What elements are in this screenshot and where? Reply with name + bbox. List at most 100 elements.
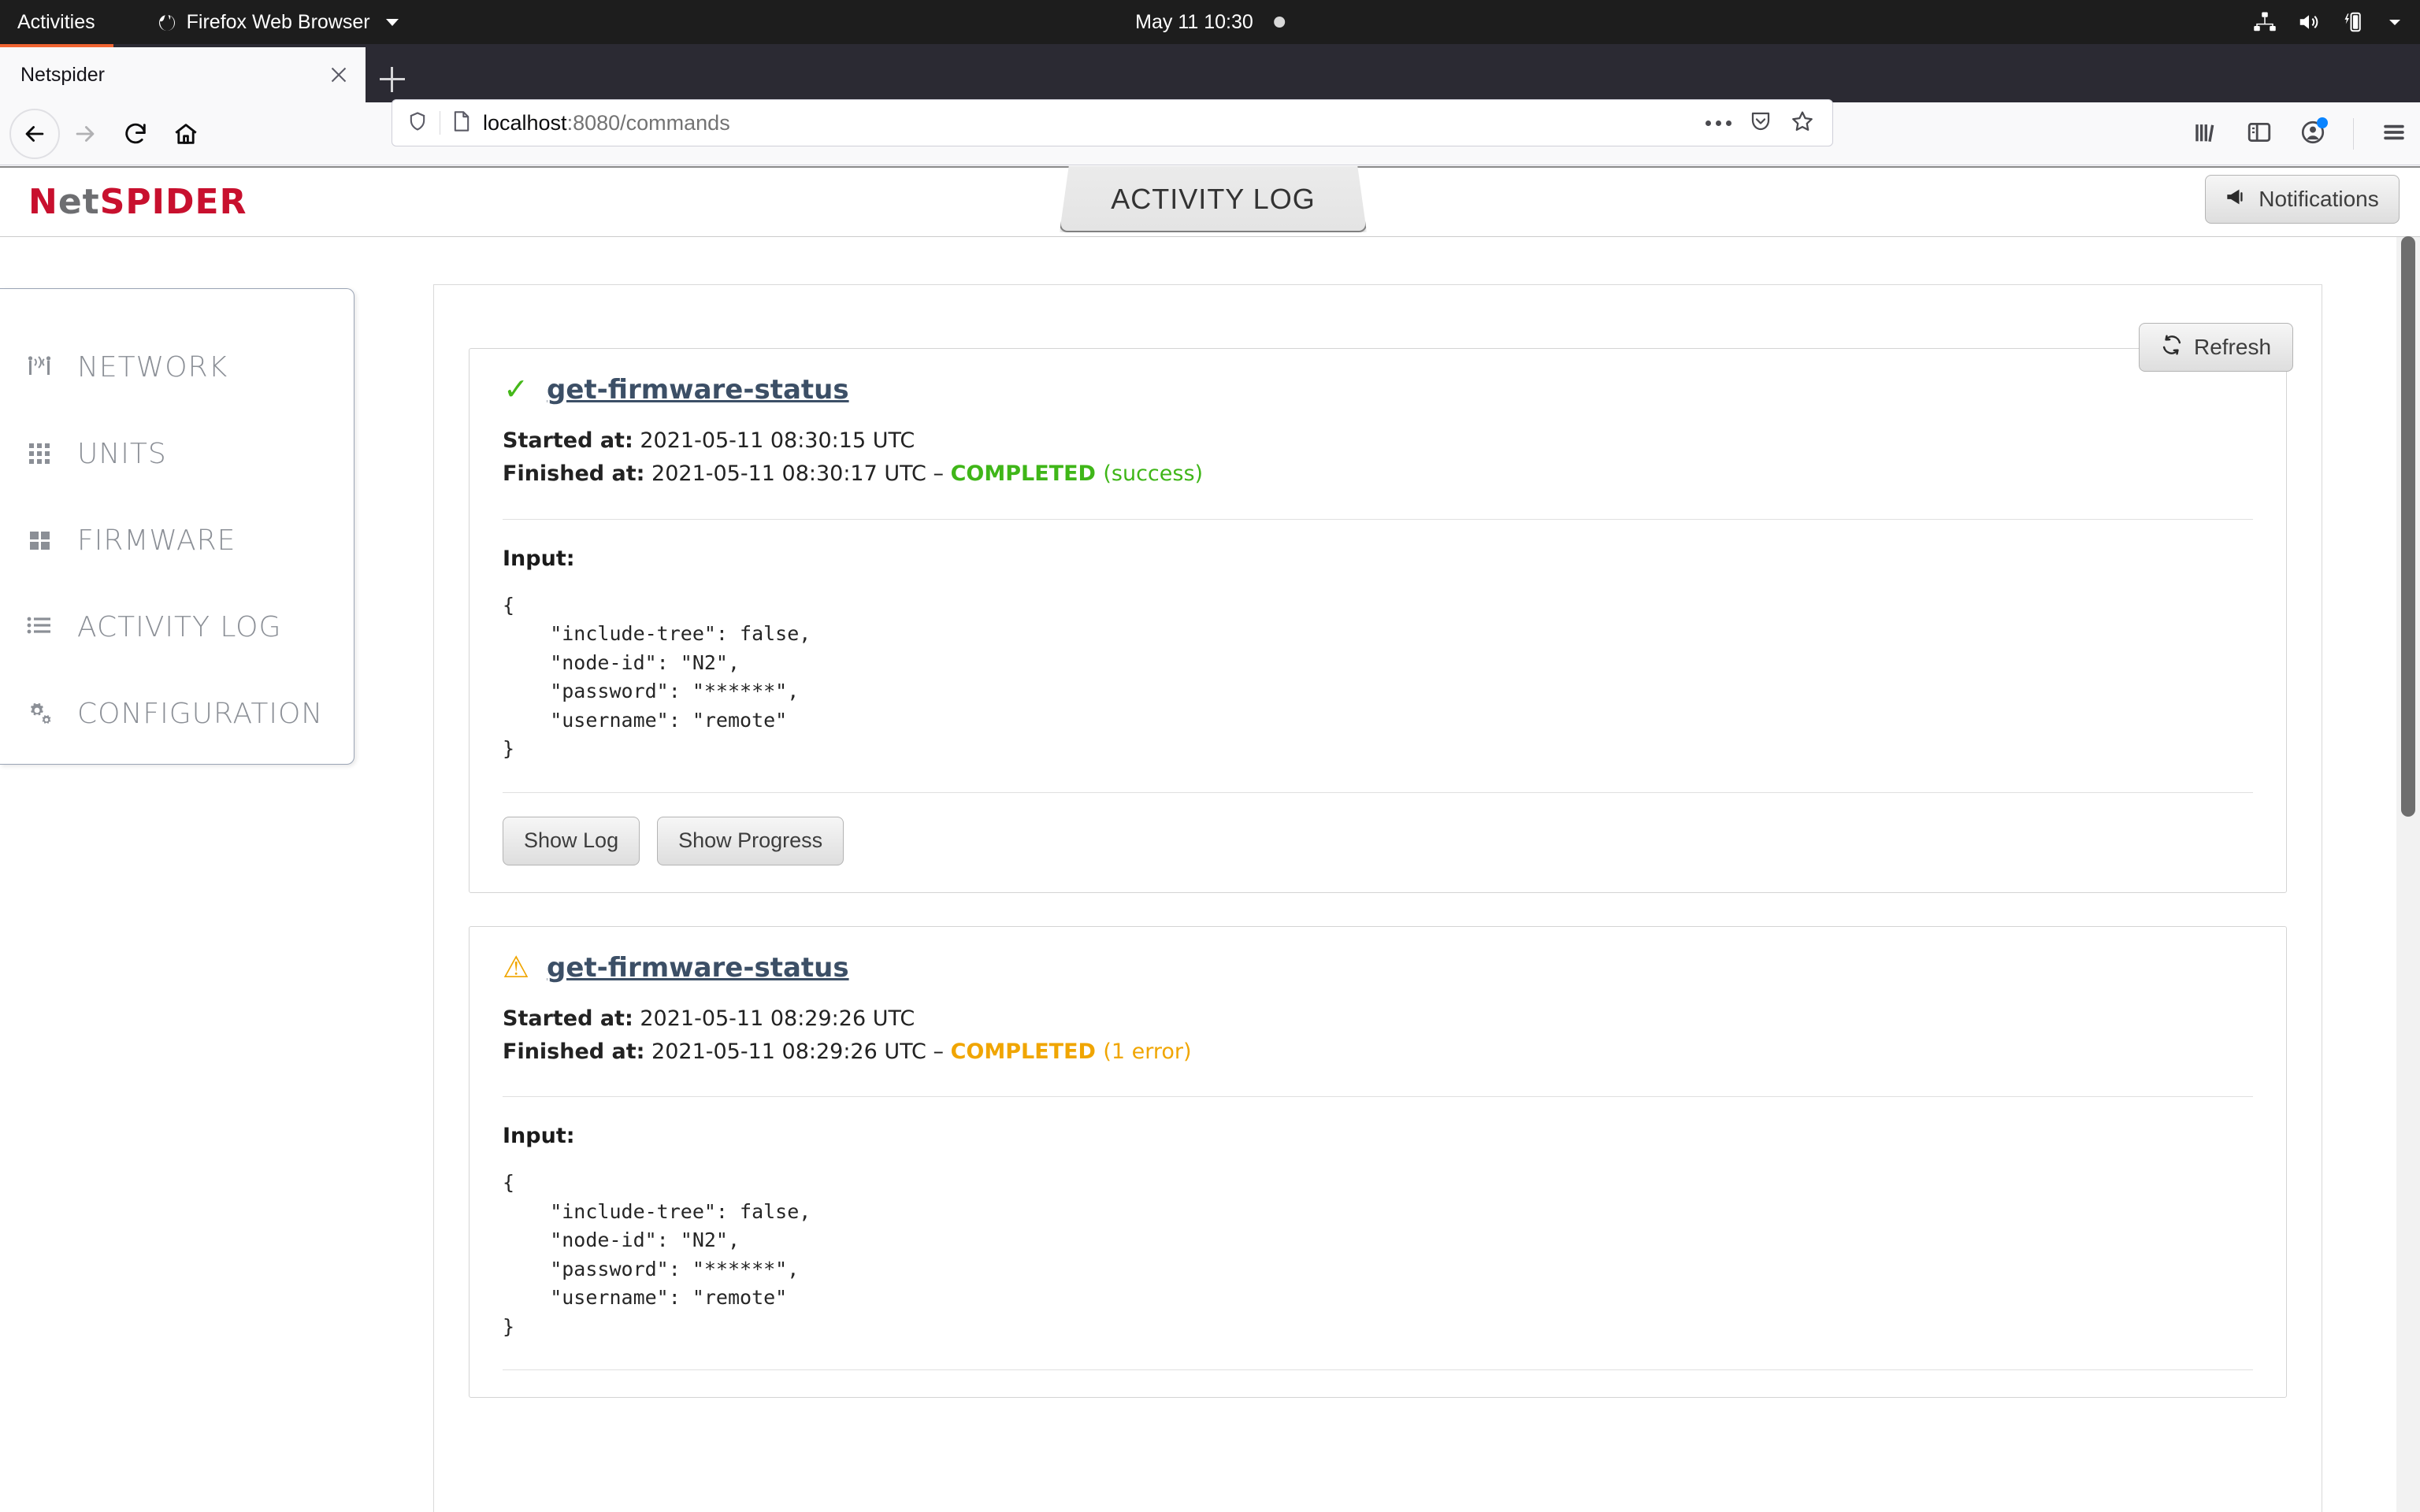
home-icon[interactable] bbox=[161, 109, 211, 159]
separator-dash: – bbox=[933, 461, 945, 486]
forward-icon[interactable] bbox=[60, 109, 110, 159]
page-actions-icon[interactable] bbox=[1706, 120, 1731, 126]
url-text: localhost:8080/commands bbox=[483, 111, 730, 135]
status-badge: COMPLETED (1 error) bbox=[951, 1040, 1192, 1064]
entry-header: ✓ get-firmware-status bbox=[503, 374, 2253, 406]
command-name-link[interactable]: get-firmware-status bbox=[547, 374, 849, 406]
status-state: COMPLETED bbox=[950, 461, 1096, 486]
logo-part-3: SPIDER bbox=[99, 182, 247, 222]
refresh-button[interactable]: Refresh bbox=[2139, 323, 2293, 372]
finished-label: Finished at: bbox=[503, 461, 645, 486]
logo-part-2: et bbox=[58, 182, 100, 222]
content-panel: Refresh ✓ get-firmware-status Started at… bbox=[433, 284, 2322, 1512]
show-progress-button[interactable]: Show Progress bbox=[657, 816, 844, 865]
status-detail: (success) bbox=[1103, 461, 1204, 486]
megaphone-icon bbox=[2225, 187, 2247, 212]
sidebar-item-units-label: UNITS bbox=[77, 437, 167, 470]
sidebar-item-activity-log[interactable]: ACTIVITY LOG bbox=[0, 584, 354, 670]
finished-label: Finished at: bbox=[503, 1039, 645, 1064]
clock-label: May 11 10:30 bbox=[1135, 10, 1253, 33]
page-body: NETWORK UNITS FIRMWARE ACTIVITY LOG CONF… bbox=[0, 237, 2420, 1512]
sidebar-item-configuration-label: CONFIGURATION bbox=[77, 697, 324, 730]
gears-icon bbox=[24, 701, 55, 726]
finished-value: 2021-05-11 08:30:17 UTC bbox=[651, 461, 926, 486]
sidebar-nav: NETWORK UNITS FIRMWARE ACTIVITY LOG CONF… bbox=[0, 288, 354, 765]
finished-row: Finished at: 2021-05-11 08:30:17 UTC – C… bbox=[503, 458, 2253, 491]
command-name-link[interactable]: get-firmware-status bbox=[547, 952, 849, 984]
page-document-icon[interactable] bbox=[451, 110, 472, 136]
back-icon[interactable] bbox=[9, 108, 60, 159]
url-host: localhost bbox=[483, 110, 567, 135]
input-label: Input: bbox=[503, 546, 575, 571]
started-label: Started at: bbox=[503, 1006, 633, 1031]
toolbar-divider bbox=[2353, 118, 2354, 150]
entry-actions: Show Log Show Progress bbox=[503, 816, 2253, 865]
url-bar-actions bbox=[1706, 109, 1815, 138]
grid-2x2-icon bbox=[24, 528, 55, 552]
entry-meta: Started at: 2021-05-11 08:30:15 UTC Fini… bbox=[503, 424, 2253, 491]
antenna-icon bbox=[24, 354, 55, 380]
library-icon[interactable] bbox=[2192, 119, 2219, 150]
sidebar-item-units[interactable]: UNITS bbox=[0, 410, 354, 497]
started-value: 2021-05-11 08:30:15 UTC bbox=[640, 428, 915, 453]
list-icon bbox=[24, 616, 55, 638]
sidebar-item-configuration[interactable]: CONFIGURATION bbox=[0, 670, 354, 757]
sidebar-item-network-label: NETWORK bbox=[77, 350, 228, 384]
logo-part-1: N bbox=[28, 182, 58, 222]
account-badge-dot bbox=[2317, 117, 2328, 128]
shield-icon[interactable] bbox=[406, 110, 429, 136]
status-state: COMPLETED bbox=[950, 1039, 1096, 1064]
reload-icon[interactable] bbox=[110, 109, 161, 159]
app-logo: NetSPIDER bbox=[28, 182, 247, 222]
status-badge: COMPLETED (success) bbox=[951, 461, 1203, 486]
entry-meta: Started at: 2021-05-11 08:29:26 UTC Fini… bbox=[503, 1002, 2253, 1069]
divider bbox=[503, 791, 2253, 793]
input-label: Input: bbox=[503, 1124, 575, 1149]
close-icon[interactable] bbox=[317, 53, 361, 97]
clock[interactable]: May 11 10:30 bbox=[1135, 11, 1285, 34]
warning-triangle-icon: ⚠ bbox=[503, 951, 530, 984]
system-tray[interactable] bbox=[2253, 10, 2404, 34]
grid-3x3-icon bbox=[24, 442, 55, 465]
activity-entry-card: ✓ get-firmware-status Started at: 2021-0… bbox=[469, 348, 2287, 893]
divider bbox=[503, 518, 2253, 520]
notifications-button[interactable]: Notifications bbox=[2205, 175, 2400, 224]
entry-header: ⚠ get-firmware-status bbox=[503, 952, 2253, 984]
show-log-button[interactable]: Show Log bbox=[503, 816, 640, 865]
browser-tab-bar: Netspider bbox=[0, 44, 2420, 102]
app-menu-icon[interactable] bbox=[2381, 119, 2407, 150]
content-toolbar bbox=[434, 285, 2322, 324]
tab-title: Netspider bbox=[20, 63, 105, 86]
account-icon[interactable] bbox=[2299, 117, 2328, 150]
finished-row: Finished at: 2021-05-11 08:29:26 UTC – C… bbox=[503, 1036, 2253, 1069]
tab-activity-log-label: ACTIVITY LOG bbox=[1111, 183, 1316, 215]
sidebar-icon[interactable] bbox=[2246, 119, 2273, 150]
sidebar-item-network[interactable]: NETWORK bbox=[0, 324, 354, 410]
sidebar-item-activity-log-label: ACTIVITY LOG bbox=[77, 610, 282, 643]
refresh-icon bbox=[2161, 334, 2183, 361]
url-bar[interactable]: localhost:8080/commands bbox=[392, 99, 1833, 146]
finished-value: 2021-05-11 08:29:26 UTC bbox=[651, 1039, 926, 1064]
app-menu-firefox[interactable]: Firefox Web Browser bbox=[157, 11, 399, 34]
sidebar-item-firmware[interactable]: FIRMWARE bbox=[0, 497, 354, 584]
os-top-bar: Activities Firefox Web Browser May 11 10… bbox=[0, 0, 2420, 44]
check-icon: ✓ bbox=[503, 373, 529, 406]
status-detail: (1 error) bbox=[1103, 1039, 1192, 1064]
bookmark-star-icon[interactable] bbox=[1790, 109, 1815, 138]
browser-toolbar-right bbox=[2192, 102, 2407, 165]
new-tab-button[interactable] bbox=[370, 57, 414, 101]
browser-tab[interactable]: Netspider bbox=[0, 47, 366, 102]
firefox-icon bbox=[157, 12, 177, 32]
pocket-icon[interactable] bbox=[1749, 109, 1772, 137]
input-json: { "include-tree": false, "node-id": "N2"… bbox=[503, 1171, 811, 1338]
app-menu-label: Firefox Web Browser bbox=[186, 10, 370, 33]
notifications-label: Notifications bbox=[2259, 187, 2379, 211]
sidebar-item-firmware-label: FIRMWARE bbox=[77, 524, 236, 557]
started-row: Started at: 2021-05-11 08:30:15 UTC bbox=[503, 424, 2253, 458]
activities-button[interactable]: Activities bbox=[17, 11, 95, 34]
refresh-label: Refresh bbox=[2193, 335, 2272, 359]
started-row: Started at: 2021-05-11 08:29:26 UTC bbox=[503, 1002, 2253, 1036]
page-scrollbar-thumb[interactable] bbox=[2401, 236, 2415, 817]
url-path: :8080/commands bbox=[566, 110, 730, 135]
separator-dash: – bbox=[933, 1039, 945, 1064]
